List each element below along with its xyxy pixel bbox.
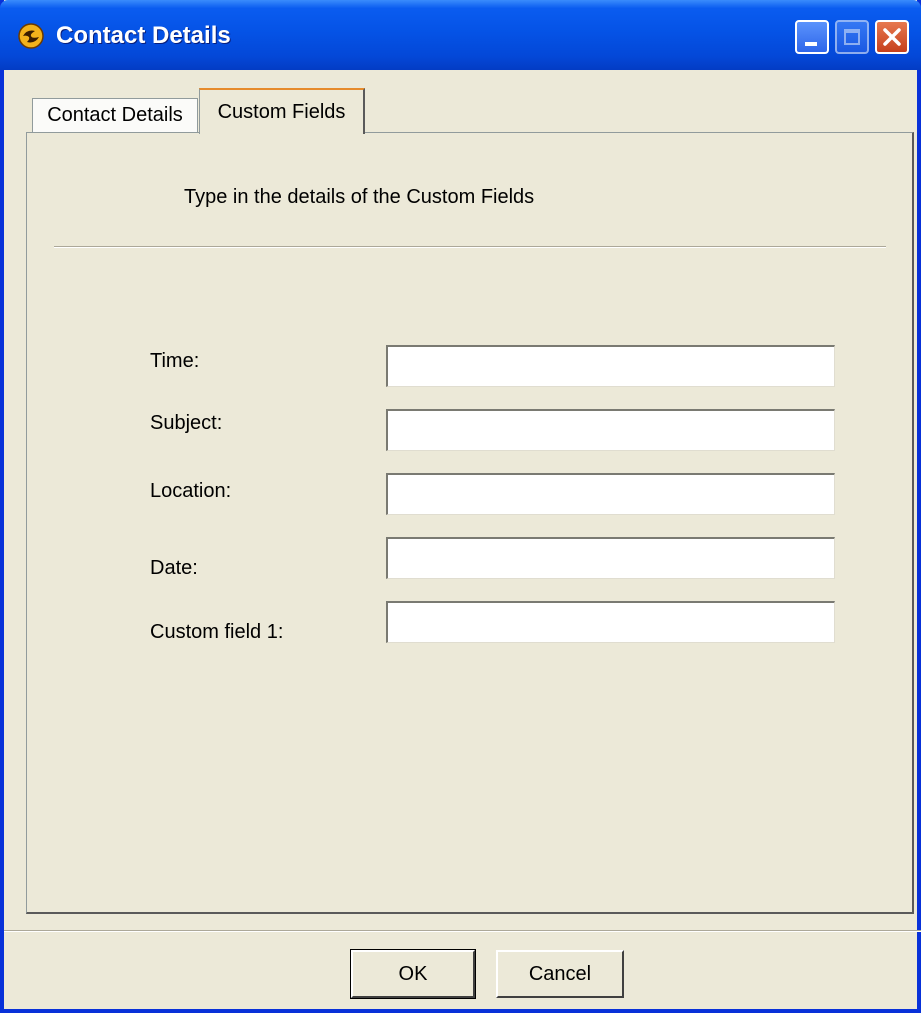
maximize-button[interactable] <box>835 20 869 54</box>
footer-divider <box>4 930 921 932</box>
close-button[interactable] <box>875 20 909 54</box>
time-label: Time: <box>150 350 200 372</box>
minimize-icon <box>805 42 817 46</box>
app-logo-icon <box>18 23 44 49</box>
title-bar[interactable]: Contact Details <box>0 0 921 70</box>
location-input[interactable] <box>386 473 835 515</box>
subject-label: Subject: <box>150 412 223 434</box>
cancel-button[interactable]: Cancel <box>496 950 624 998</box>
window-title: Contact Details <box>56 22 231 49</box>
dialog-window: Contact Details Contact Details Custom F… <box>0 0 921 1013</box>
ok-button[interactable]: OK <box>350 949 476 999</box>
instructions-text: Type in the details of the Custom Fields <box>184 186 535 208</box>
tab-label: Contact Details <box>47 104 183 126</box>
custom-field-1-label: Custom field 1: <box>150 621 284 643</box>
date-input[interactable] <box>386 537 835 579</box>
maximize-icon <box>844 29 860 45</box>
tab-page-custom-fields <box>26 132 914 914</box>
subject-input[interactable] <box>386 409 835 451</box>
time-input[interactable] <box>386 345 835 387</box>
custom-field-1-input[interactable] <box>386 601 835 643</box>
minimize-button[interactable] <box>795 20 829 54</box>
date-label: Date: <box>150 557 198 579</box>
tab-label: Custom Fields <box>217 100 346 123</box>
location-label: Location: <box>150 480 232 502</box>
divider <box>54 246 886 248</box>
close-icon <box>883 28 901 46</box>
tab-custom-fields[interactable]: Custom Fields <box>199 88 365 134</box>
tab-contact-details[interactable]: Contact Details <box>32 98 198 132</box>
